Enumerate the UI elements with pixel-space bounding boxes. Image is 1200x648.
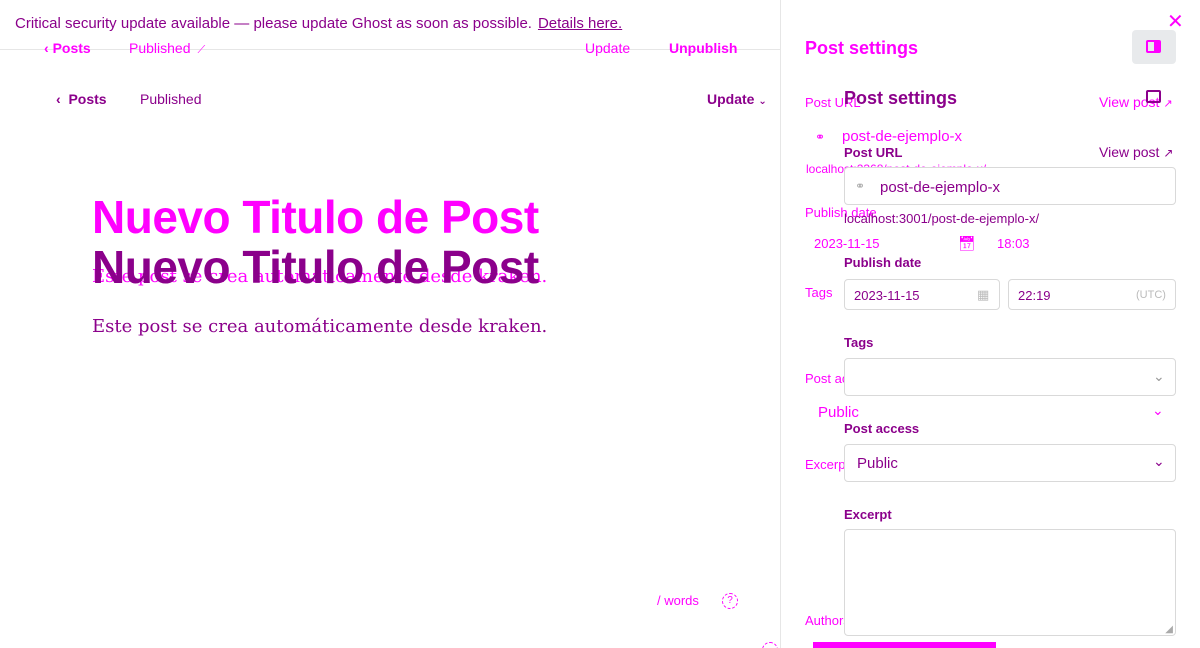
- ghost-date-value: 2023-11-15: [814, 236, 880, 251]
- back-to-posts-link[interactable]: ‹ Posts: [56, 91, 107, 107]
- post-access-select[interactable]: Public ⌄: [844, 444, 1176, 482]
- post-url-label: Post URL: [844, 145, 903, 160]
- calendar-icon[interactable]: ▦: [977, 287, 989, 303]
- post-status: Published: [140, 91, 202, 107]
- time-input[interactable]: 22:19: [1018, 288, 1051, 303]
- ghost-time-value: 18:03: [997, 236, 1030, 251]
- chevron-down-icon: ⌄: [1153, 368, 1165, 384]
- word-count: / words: [657, 593, 699, 608]
- chevron-down-icon: ⌄: [1153, 453, 1165, 469]
- slug-input[interactable]: post-de-ejemplo-x: [880, 179, 1000, 196]
- ghost-status: Published ⟋: [129, 40, 205, 57]
- resize-handle-icon[interactable]: ◢: [1165, 624, 1173, 635]
- ghost-access-value: Public: [818, 404, 859, 421]
- header-divider: [0, 49, 780, 50]
- post-body-editor[interactable]: Este post se crea automáticamente desde …: [92, 316, 547, 337]
- excerpt-textarea[interactable]: ◢: [844, 529, 1176, 636]
- chevron-left-icon: ‹: [56, 91, 69, 107]
- ghost-status-label: Published: [129, 40, 191, 56]
- ghost-unpublish-button[interactable]: Unpublish: [669, 40, 737, 56]
- sidebar-toggle-button[interactable]: [1132, 30, 1176, 64]
- sidebar-toggle-icon: [1146, 40, 1161, 53]
- link-icon: ⚭: [855, 179, 866, 193]
- help-icon[interactable]: [762, 642, 778, 648]
- settings-title: Post settings: [844, 88, 958, 108]
- chevron-left-icon: ‹: [44, 40, 53, 56]
- back-to-posts-label: Posts: [68, 91, 107, 107]
- timezone-label: (UTC): [1136, 289, 1166, 301]
- pencil-icon: ⟋: [194, 44, 206, 56]
- ghost-post-title: Nuevo Titulo de Post: [92, 191, 539, 243]
- access-value: Public: [857, 455, 898, 472]
- view-post-label: View post: [1099, 144, 1160, 160]
- excerpt-label: Excerpt: [844, 507, 892, 522]
- ghost-excerpt-label: Excerpt: [805, 457, 850, 472]
- post-title-input[interactable]: Nuevo Titulo de Post: [92, 240, 539, 294]
- view-post-link[interactable]: View post ↗: [1099, 144, 1173, 160]
- ghost-back-link[interactable]: ‹ Posts: [44, 40, 91, 56]
- banner-details-link[interactable]: Details here.: [538, 15, 622, 32]
- date-input[interactable]: 2023-11-15: [854, 288, 920, 303]
- ghost-view-post-link[interactable]: View post ↗: [1099, 94, 1173, 110]
- close-icon[interactable]: ✕: [1167, 12, 1184, 32]
- ghost-tags-label: Tags: [805, 285, 833, 300]
- tags-input[interactable]: ⌄: [844, 358, 1176, 396]
- help-icon[interactable]: ?: [722, 593, 738, 609]
- ghost-back-label: Posts: [52, 40, 91, 56]
- tags-label: Tags: [844, 335, 874, 350]
- external-link-icon: ↗: [1163, 146, 1174, 160]
- external-link-icon: ↗: [1163, 98, 1173, 110]
- date-field[interactable]: 2023-11-15 ▦: [844, 279, 1000, 310]
- chevron-down-icon: ⌄: [1152, 402, 1164, 418]
- authors-field[interactable]: [813, 642, 996, 648]
- banner-text: Critical security update available — ple…: [15, 15, 532, 32]
- calendar-icon: 📅︎: [958, 235, 976, 251]
- ghost-update-button[interactable]: Update: [585, 40, 630, 56]
- ghost-slug-value: post-de-ejemplo-x: [842, 128, 963, 145]
- sidebar-toggle-icon[interactable]: [1146, 90, 1161, 103]
- time-field[interactable]: 22:19 (UTC): [1008, 279, 1176, 310]
- security-banner: Critical security update available — ple…: [15, 15, 622, 32]
- link-icon: ⚭: [815, 130, 826, 144]
- chevron-down-icon: ⌄: [758, 96, 767, 107]
- publish-date-label: Publish date: [844, 255, 922, 270]
- url-hint: localhost:3001/post-de-ejemplo-x/: [844, 211, 1040, 226]
- update-dropdown-button[interactable]: Update ⌄: [707, 91, 767, 107]
- update-label: Update: [707, 91, 755, 107]
- ghost-settings-title: Post settings: [805, 38, 919, 58]
- post-access-label: Post access: [844, 421, 920, 436]
- post-url-field[interactable]: ⚭ post-de-ejemplo-x: [844, 167, 1176, 205]
- settings-panel-divider: [780, 0, 781, 648]
